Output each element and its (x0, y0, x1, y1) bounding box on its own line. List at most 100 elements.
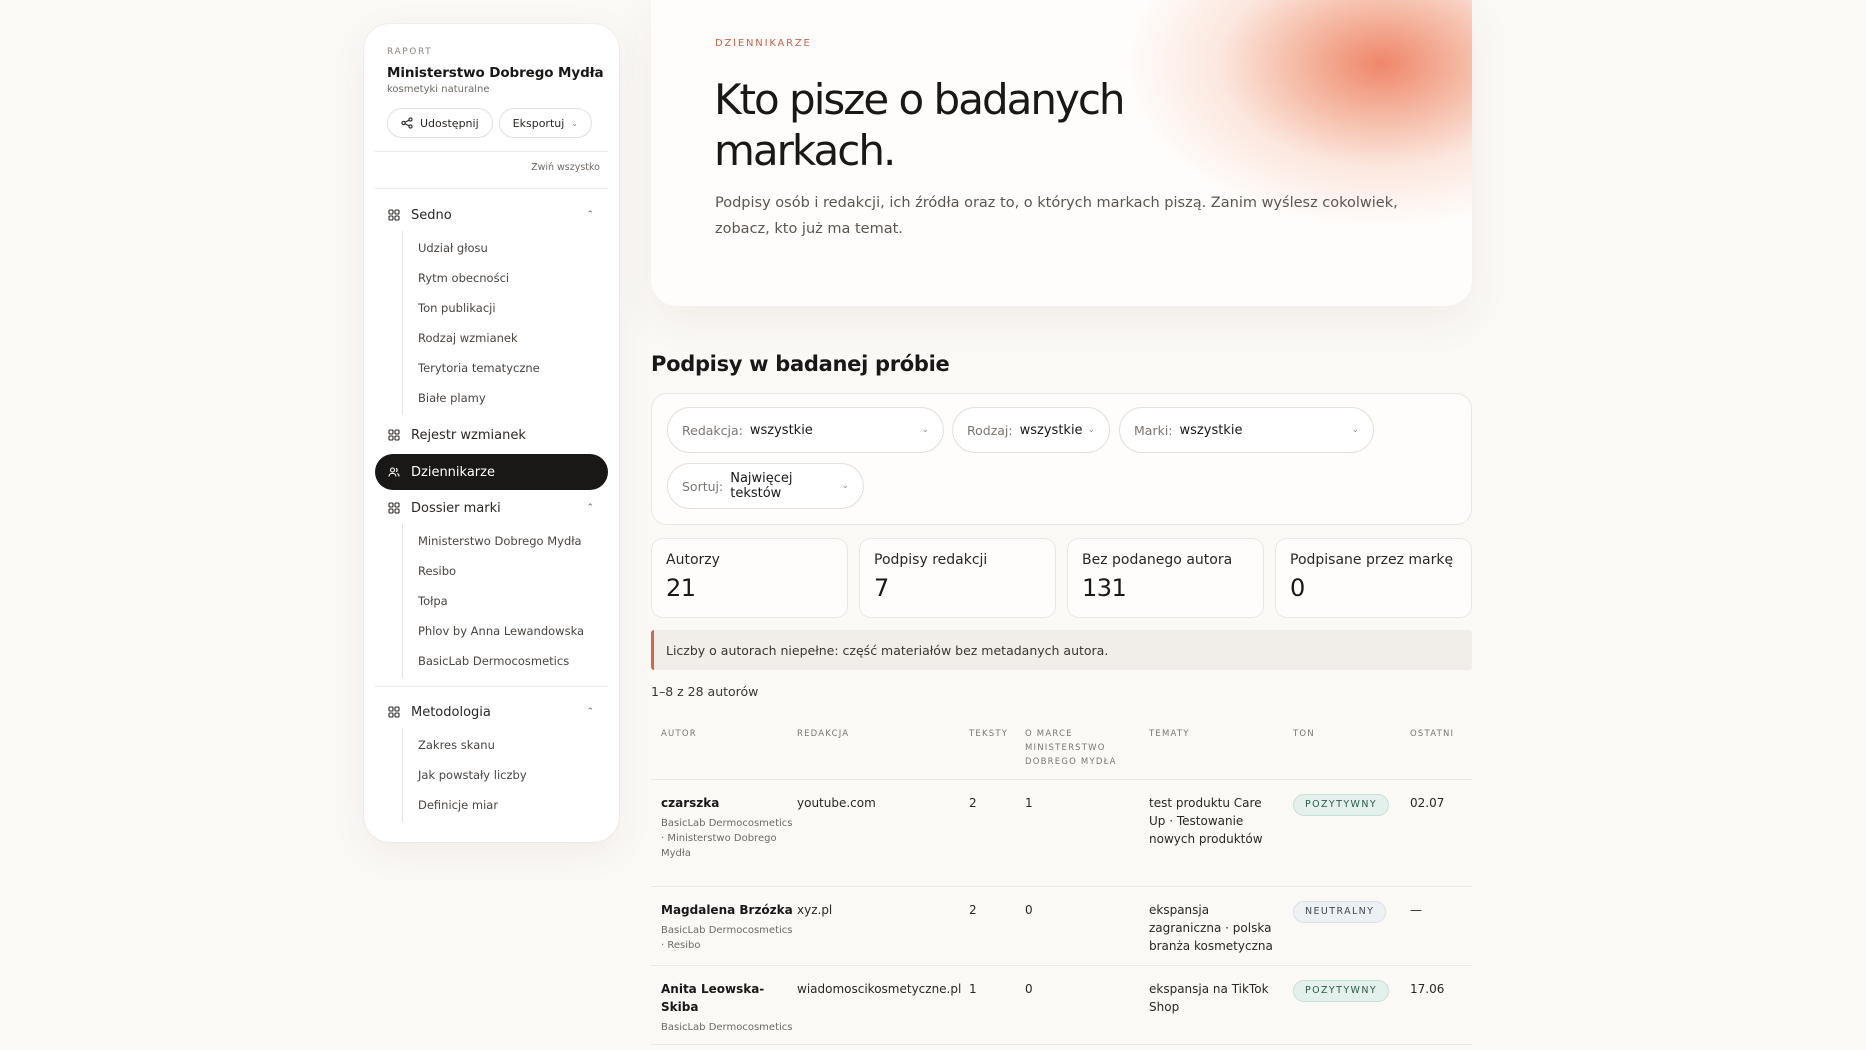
nav-subitem[interactable]: Rytm obecności (403, 263, 608, 293)
divider (375, 686, 608, 687)
nav-item-dziennikarze[interactable]: Dziennikarze (375, 454, 608, 490)
cell-last: 17.06 (1410, 982, 1445, 996)
cell-author: Anita Leowska-Skiba BasicLab Dermocosmet… (651, 980, 797, 1044)
chevron-down-icon: ⌄ (571, 118, 578, 128)
nav-item-label: Dossier marki (411, 500, 501, 516)
chevron-down-icon: ⌄ (841, 481, 849, 491)
author-brands: BasicLab Dermocosmetics · Resibo (661, 925, 793, 951)
column-header-redakcja[interactable]: REDAKCJA (797, 727, 969, 779)
nav-submenu-dossier: Ministerstwo Dobrego Mydła Resibo Tołpa … (402, 524, 608, 678)
nav-subitem[interactable]: Terytoria tematyczne (403, 353, 608, 383)
grid-icon (388, 502, 400, 514)
author-name[interactable]: czarszka (661, 794, 797, 812)
stat-card: Podpisy redakcji 7 (859, 538, 1056, 618)
column-header-ostatni[interactable]: OSTATNI (1410, 727, 1460, 779)
nav-submenu-metodologia: Zakres skanu Jak powstały liczby Definic… (402, 728, 608, 822)
filter-label: Sortuj: (682, 478, 724, 494)
nav-item-metodologia[interactable]: Metodologia ⌃ (375, 696, 608, 728)
nav-subitem[interactable]: Rodzaj wzmianek (403, 323, 608, 353)
nav-subitem[interactable]: Jak powstały liczby (403, 760, 608, 790)
nav-subitem[interactable]: Tołpa (403, 586, 608, 616)
cell-texts: 2 (969, 796, 977, 810)
nav-group-dossier: Dossier marki ⌃ Ministerstwo Dobrego Myd… (375, 492, 608, 678)
filter-label: Redakcja: (682, 422, 743, 438)
nav-group-metodologia: Metodologia ⌃ Zakres skanu Jak powstały … (375, 696, 608, 822)
report-subtitle: kosmetyki naturalne (387, 84, 490, 95)
chevron-up-icon[interactable]: ⌃ (586, 210, 594, 220)
filter-redakcja-select[interactable]: Redakcja: wszystkie ⌄ (667, 407, 944, 453)
chevron-up-icon[interactable]: ⌃ (586, 503, 594, 513)
column-header-tematy[interactable]: TEMATY (1149, 727, 1293, 779)
filter-rodzaj-select[interactable]: Rodzaj: wszystkie ⌄ (952, 407, 1110, 453)
cell-texts: 1 (969, 982, 977, 996)
nav-subitem[interactable]: Białe plamy (403, 383, 608, 413)
table-row[interactable]: Magdalena Brzózka BasicLab Dermocosmetic… (651, 887, 1472, 966)
export-button[interactable]: Eksportuj ⌄ (498, 108, 592, 138)
nav-item-sedno[interactable]: Sedno ⌃ (375, 199, 608, 231)
nav-submenu-sedno: Udział głosu Rytm obecności Ton publikac… (402, 231, 608, 415)
column-header-autor[interactable]: AUTOR (651, 727, 797, 779)
table-header: AUTOR REDAKCJA TEKSTY O MARCE MINISTERST… (651, 712, 1472, 780)
filter-marki-select[interactable]: Marki: wszystkie ⌄ (1119, 407, 1374, 453)
nav-item-label: Dziennikarze (411, 464, 495, 480)
column-header-o-marce[interactable]: O MARCE MINISTERSTWO DOBREGO MYDŁA (1025, 727, 1149, 779)
chevron-up-icon[interactable]: ⌃ (586, 707, 594, 717)
cell-texts: 2 (969, 903, 977, 917)
filter-label: Rodzaj: (967, 422, 1013, 438)
author-brands: BasicLab Dermocosmetics · Ministerstwo D… (661, 818, 793, 859)
sort-select[interactable]: Sortuj: Najwięcej tekstów ⌄ (667, 463, 864, 509)
stat-value: 21 (666, 574, 696, 602)
report-eyebrow: RAPORT (387, 47, 433, 57)
nav-subitem[interactable]: BasicLab Dermocosmetics (403, 646, 608, 676)
cell-topics: ekspansja zagraniczna · polska branża ko… (1149, 903, 1273, 953)
cell-tone: NEUTRALNY (1293, 901, 1410, 965)
column-header-teksty[interactable]: TEKSTY (969, 727, 1025, 779)
nav-subitem[interactable]: Ministerstwo Dobrego Mydła (403, 526, 608, 556)
nav-subitem[interactable]: Udział głosu (403, 233, 608, 263)
divider (375, 188, 608, 189)
nav-item-label: Rejestr wzmianek (411, 427, 526, 443)
column-header-ton[interactable]: TON (1293, 727, 1410, 779)
cell-last: 02.07 (1410, 796, 1445, 810)
nav-subitem[interactable]: Zakres skanu (403, 730, 608, 760)
nav-item-rejestr-wzmianek[interactable]: Rejestr wzmianek (375, 419, 608, 451)
tone-badge: NEUTRALNY (1293, 901, 1387, 923)
grid-icon (388, 429, 400, 441)
author-name[interactable]: Anita Leowska-Skiba (661, 980, 797, 1016)
hero-eyebrow: DZIENNIKARZE (715, 38, 812, 49)
divider (375, 151, 608, 152)
table-row[interactable]: czarszka BasicLab Dermocosmetics · Minis… (651, 780, 1472, 887)
chevron-down-icon: ⌄ (921, 425, 929, 435)
tone-badge: POZYTYWNY (1293, 980, 1390, 1002)
table-row[interactable]: Anita Leowska-Skiba BasicLab Dermocosmet… (651, 966, 1472, 1045)
cell-last: — (1410, 903, 1422, 917)
stat-value: 7 (874, 574, 889, 602)
author-name[interactable]: Magdalena Brzózka (661, 901, 797, 919)
share-button[interactable]: Udostępnij (387, 108, 493, 138)
nav-subitem[interactable]: Phlov by Anna Lewandowska (403, 616, 608, 646)
filter-value: Najwięcej tekstów (730, 471, 793, 501)
collapse-all-link[interactable]: Zwiń wszystko (375, 162, 608, 180)
chevron-down-icon: ⌄ (1087, 425, 1095, 435)
export-label: Eksportuj (512, 116, 565, 130)
nav-subitem[interactable]: Ton publikacji (403, 293, 608, 323)
hero-card: DZIENNIKARZE Kto pisze o badanych markac… (651, 0, 1472, 306)
chevron-down-icon: ⌄ (1351, 425, 1359, 435)
cell-author: Magdalena Brzózka BasicLab Dermocosmetic… (651, 901, 797, 965)
nav-item-dossier-marki[interactable]: Dossier marki ⌃ (375, 492, 608, 524)
cell-about: 0 (1025, 982, 1033, 996)
filter-value: wszystkie (1019, 422, 1083, 438)
cell-outlet: xyz.pl (797, 903, 833, 917)
grid-icon (388, 706, 400, 718)
nav-subitem[interactable]: Resibo (403, 556, 608, 586)
section-title: Podpisy w badanej próbie (651, 352, 950, 376)
cell-tone: POZYTYWNY (1293, 794, 1410, 886)
result-count: 1–8 z 28 autorów (651, 684, 759, 699)
nav-subitem[interactable]: Definicje miar (403, 790, 608, 820)
cell-about: 1 (1025, 796, 1033, 810)
share-label: Udostępnij (420, 116, 479, 130)
nav-item-label: Metodologia (411, 704, 491, 720)
nav-item-label: Sedno (411, 207, 452, 223)
nav-group-sedno: Sedno ⌃ Udział głosu Rytm obecności Ton … (375, 199, 608, 415)
sidebar: RAPORT Ministerstwo Dobrego Mydła kosmet… (364, 24, 619, 842)
